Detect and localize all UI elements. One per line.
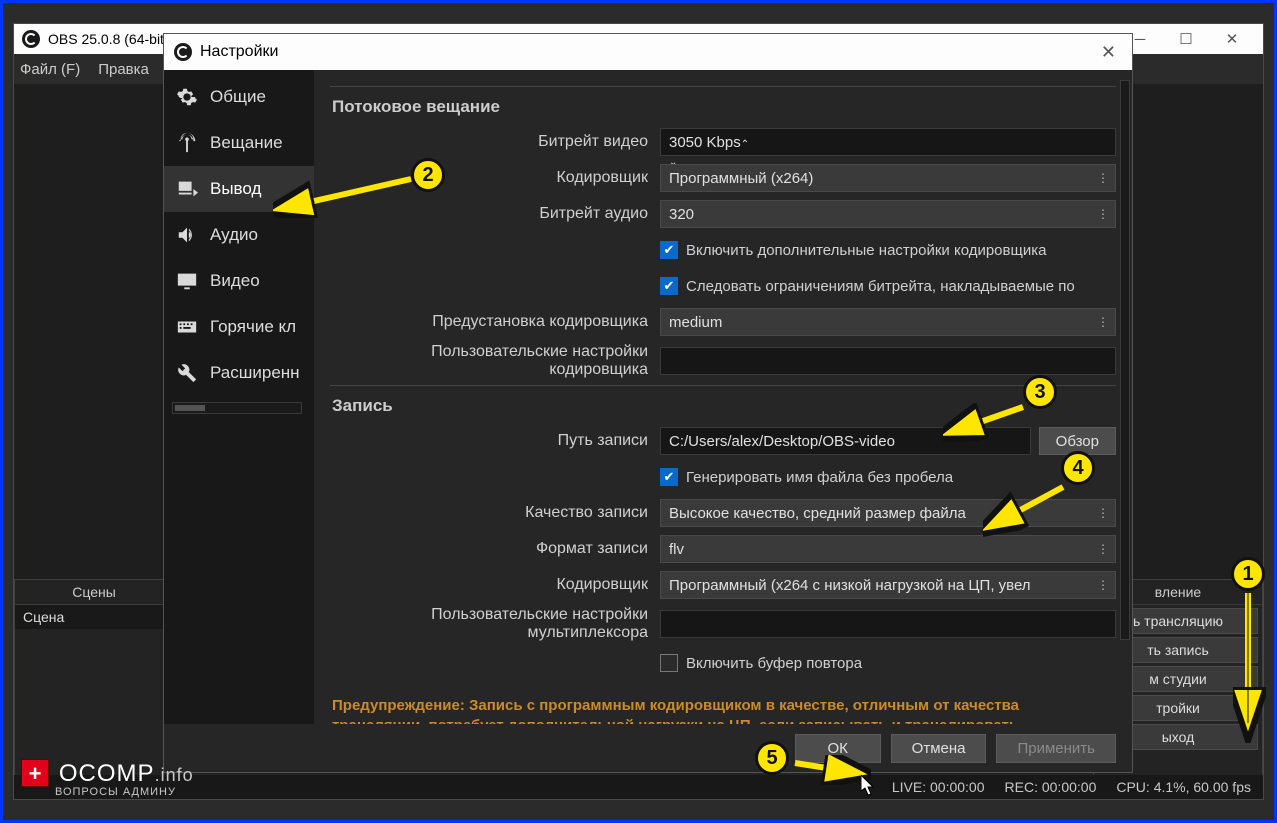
checkbox-icon — [660, 654, 678, 672]
annotation-arrow-3 — [943, 403, 1033, 443]
status-rec: REC: 00:00:00 — [1005, 779, 1097, 795]
tools-icon — [174, 362, 200, 384]
annotation-arrow-2 — [273, 173, 418, 218]
menu-file[interactable]: Файл (F) — [20, 61, 80, 78]
streaming-section: Потоковое вещание Битрейт видео 3050 Kbp… — [330, 86, 1116, 379]
keyboard-icon — [174, 316, 200, 338]
sidebar-item-label: Вещание — [210, 133, 283, 153]
speaker-icon — [174, 224, 200, 246]
dialog-close-button[interactable]: ✕ — [1095, 42, 1122, 63]
sidebar-item-label: Видео — [210, 271, 260, 291]
gear-icon — [174, 86, 200, 108]
streaming-section-title: Потоковое вещание — [332, 97, 1116, 117]
antenna-icon — [174, 132, 200, 154]
settings-sidebar: Общие Вещание Вывод Аудио Видео Горячие … — [164, 70, 314, 724]
obs-logo-icon — [22, 30, 40, 48]
annotation-bubble-4: 4 — [1061, 451, 1095, 485]
watermark-text: OCOMP — [59, 760, 155, 787]
sidebar-item-label: Вывод — [210, 179, 261, 199]
scenes-header: Сцены — [15, 580, 173, 605]
annotation-bubble-1: 1 — [1231, 557, 1265, 591]
maximize-button[interactable]: ☐ — [1163, 24, 1209, 54]
muxer-label: Пользовательские настройки мультиплексор… — [330, 606, 660, 642]
preset-select[interactable]: medium — [660, 308, 1116, 336]
annotation-arrow-5 — [791, 755, 871, 785]
muxer-input[interactable] — [660, 610, 1116, 638]
custom-encoder-label: Пользовательские настройки кодировщика — [330, 343, 660, 379]
status-cpu: CPU: 4.1%, 60.00 fps — [1116, 779, 1251, 795]
sidebar-item-stream[interactable]: Вещание — [164, 120, 314, 166]
sidebar-item-video[interactable]: Видео — [164, 258, 314, 304]
sidebar-item-advanced[interactable]: Расширенн — [164, 350, 314, 396]
statusbar: LIVE: 00:00:00 REC: 00:00:00 CPU: 4.1%, … — [14, 775, 1263, 799]
record-quality-label: Качество записи — [330, 504, 660, 522]
sidebar-hscrollbar[interactable] — [172, 402, 302, 414]
dialog-footer: ОК Отмена Применить — [164, 724, 1132, 772]
enable-advanced-label: Включить дополнительные настройки кодиро… — [686, 242, 1046, 259]
annotation-arrow-4 — [983, 483, 1073, 538]
close-window-button[interactable]: ✕ — [1209, 24, 1255, 54]
warning-text: Предупреждение: Запись с программным код… — [332, 696, 1114, 724]
status-live: LIVE: 00:00:00 — [892, 779, 985, 795]
custom-encoder-input[interactable] — [660, 347, 1116, 375]
nospace-label: Генерировать имя файла без пробела — [686, 469, 953, 486]
sidebar-item-general[interactable]: Общие — [164, 74, 314, 120]
enable-advanced-checkbox[interactable]: Включить дополнительные настройки кодиро… — [660, 241, 1116, 259]
audio-bitrate-select[interactable]: 320 — [660, 200, 1116, 228]
sidebar-item-label: Горячие кл — [210, 317, 296, 337]
content-vscrollbar[interactable] — [1120, 80, 1130, 640]
enforce-limits-checkbox[interactable]: Следовать ограничениям битрейта, наклады… — [660, 277, 1116, 295]
mouse-cursor-icon — [861, 775, 877, 797]
watermark: + OCOMP.info ВОПРОСЫ АДМИНУ — [21, 759, 194, 798]
replay-buffer-checkbox[interactable]: Включить буфер повтора — [660, 654, 1116, 672]
video-bitrate-label: Битрейт видео — [330, 133, 660, 151]
cancel-button[interactable]: Отмена — [891, 734, 987, 763]
scene-item[interactable]: Сцена — [15, 605, 173, 629]
annotation-arrow-1 — [1233, 593, 1273, 743]
monitor-icon — [174, 270, 200, 292]
encoder-select[interactable]: Программный (x264) — [660, 164, 1116, 192]
checkbox-icon — [660, 241, 678, 259]
record-path-label: Путь записи — [330, 432, 660, 450]
annotation-bubble-5: 5 — [755, 741, 789, 775]
record-encoder-select[interactable]: Программный (x264 с низкой нагрузкой на … — [660, 571, 1116, 599]
apply-button[interactable]: Применить — [996, 734, 1116, 763]
dialog-title: Настройки — [200, 43, 278, 61]
sidebar-item-label: Аудио — [210, 225, 258, 245]
dialog-titlebar: Настройки ✕ — [164, 34, 1132, 70]
sidebar-item-audio[interactable]: Аудио — [164, 212, 314, 258]
watermark-suffix: .info — [155, 765, 194, 785]
checkbox-icon — [660, 277, 678, 295]
preset-label: Предустановка кодировщика — [330, 313, 660, 331]
annotation-bubble-2: 2 — [411, 158, 445, 192]
record-format-label: Формат записи — [330, 540, 660, 558]
cross-icon: + — [21, 759, 49, 787]
sidebar-item-label: Общие — [210, 87, 266, 107]
replay-buffer-label: Включить буфер повтора — [686, 655, 862, 672]
video-bitrate-input[interactable]: 3050 Kbps — [660, 128, 1116, 156]
checkbox-icon — [660, 468, 678, 486]
annotation-bubble-3: 3 — [1023, 375, 1057, 409]
enforce-limits-label: Следовать ограничениям битрейта, наклады… — [686, 278, 1075, 295]
record-encoder-label: Кодировщик — [330, 576, 660, 594]
window-controls: ─ ☐ ✕ — [1117, 24, 1255, 54]
sidebar-item-label: Расширенн — [210, 363, 300, 383]
watermark-subtitle: ВОПРОСЫ АДМИНУ — [55, 787, 194, 798]
menu-edit[interactable]: Правка — [98, 61, 149, 78]
sidebar-item-hotkeys[interactable]: Горячие кл — [164, 304, 314, 350]
record-format-select[interactable]: flv — [660, 535, 1116, 563]
output-icon — [174, 178, 200, 200]
